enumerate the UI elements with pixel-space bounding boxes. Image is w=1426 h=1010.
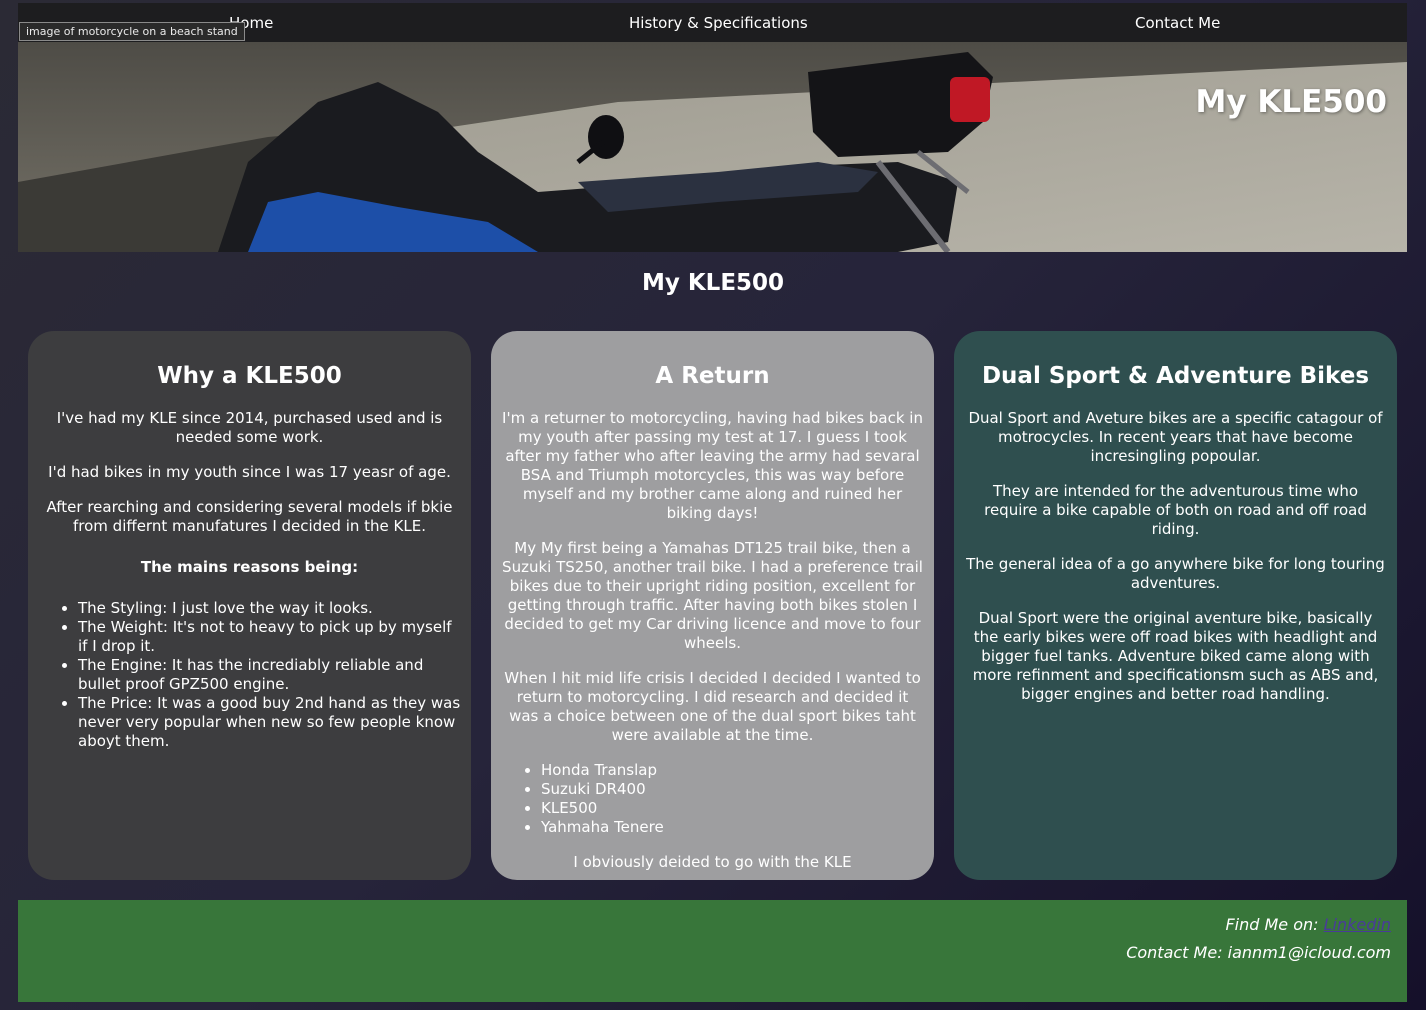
- card-paragraph: I've had my KLE since 2014, purchased us…: [56, 409, 443, 446]
- card-paragraph: When I hit mid life crisis I decided I d…: [504, 669, 921, 744]
- list-item: Yahmaha Tenere: [541, 818, 924, 837]
- card-title: Why a KLE500: [157, 363, 342, 389]
- card-paragraph: My My first being a Yamahas DT125 trail …: [502, 539, 923, 652]
- reasons-heading: The mains reasons being:: [140, 558, 359, 576]
- card-paragraph: Dual Sport and Aveture bikes are a speci…: [968, 409, 1383, 465]
- find-me-line: Find Me on: Linkedin: [18, 916, 1391, 934]
- bikes-list: Honda Translap Suzuki DR400 KLE500 Yahma…: [501, 761, 924, 837]
- nav-contact-link[interactable]: Contact Me: [1135, 14, 1220, 32]
- motorcycle-image: [18, 42, 1407, 252]
- card-closing: I obviously deided to go with the KLE: [573, 853, 852, 871]
- list-item: The Price: It was a good buy 2nd hand as…: [78, 694, 461, 751]
- list-item: The Engine: It has the incrediably relia…: [78, 656, 461, 694]
- find-me-label: Find Me on:: [1225, 915, 1324, 934]
- page-title: My KLE500: [641, 270, 785, 296]
- list-item: Suzuki DR400: [541, 780, 924, 799]
- card-paragraph: Dual Sport were the original aventure bi…: [972, 609, 1379, 703]
- card-paragraph: They are intended for the adventurous ti…: [984, 482, 1367, 538]
- card-paragraph: I'm a returner to motorcycling, having h…: [502, 409, 923, 522]
- card-paragraph: The general idea of a go anywhere bike f…: [966, 555, 1385, 592]
- nav-history-link[interactable]: History & Specifications: [629, 14, 808, 32]
- list-item: Honda Translap: [541, 761, 924, 780]
- image-alt-tooltip: image of motorcycle on a beach stand: [19, 22, 245, 41]
- linkedin-link[interactable]: Linkedin: [1324, 915, 1391, 934]
- card-dual-sport: Dual Sport & Adventure Bikes Dual Sport …: [954, 331, 1397, 880]
- hero-title: My KLE500: [1195, 84, 1387, 120]
- card-why-kle500: Why a KLE500 I've had my KLE since 2014,…: [28, 331, 471, 880]
- card-title: Dual Sport & Adventure Bikes: [981, 363, 1370, 389]
- list-item: The Styling: I just love the way it look…: [78, 599, 461, 618]
- list-item: The Weight: It's not to heavy to pick up…: [78, 618, 461, 656]
- reasons-list: The Styling: I just love the way it look…: [38, 599, 461, 751]
- list-item: KLE500: [541, 799, 924, 818]
- contact-email: Contact Me: iannm1@icloud.com: [1126, 943, 1391, 962]
- footer: Find Me on: Linkedin Contact Me: iannm1@…: [18, 900, 1407, 1002]
- card-paragraph: I'd had bikes in my youth since I was 17…: [48, 463, 451, 481]
- hero-banner: My KLE500: [18, 42, 1407, 252]
- card-a-return: A Return I'm a returner to motorcycling,…: [491, 331, 934, 880]
- page-wrapper: Home History & Specifications Contact Me: [18, 3, 1407, 252]
- card-title: A Return: [655, 363, 770, 389]
- card-paragraph: After rearching and considering several …: [46, 498, 453, 535]
